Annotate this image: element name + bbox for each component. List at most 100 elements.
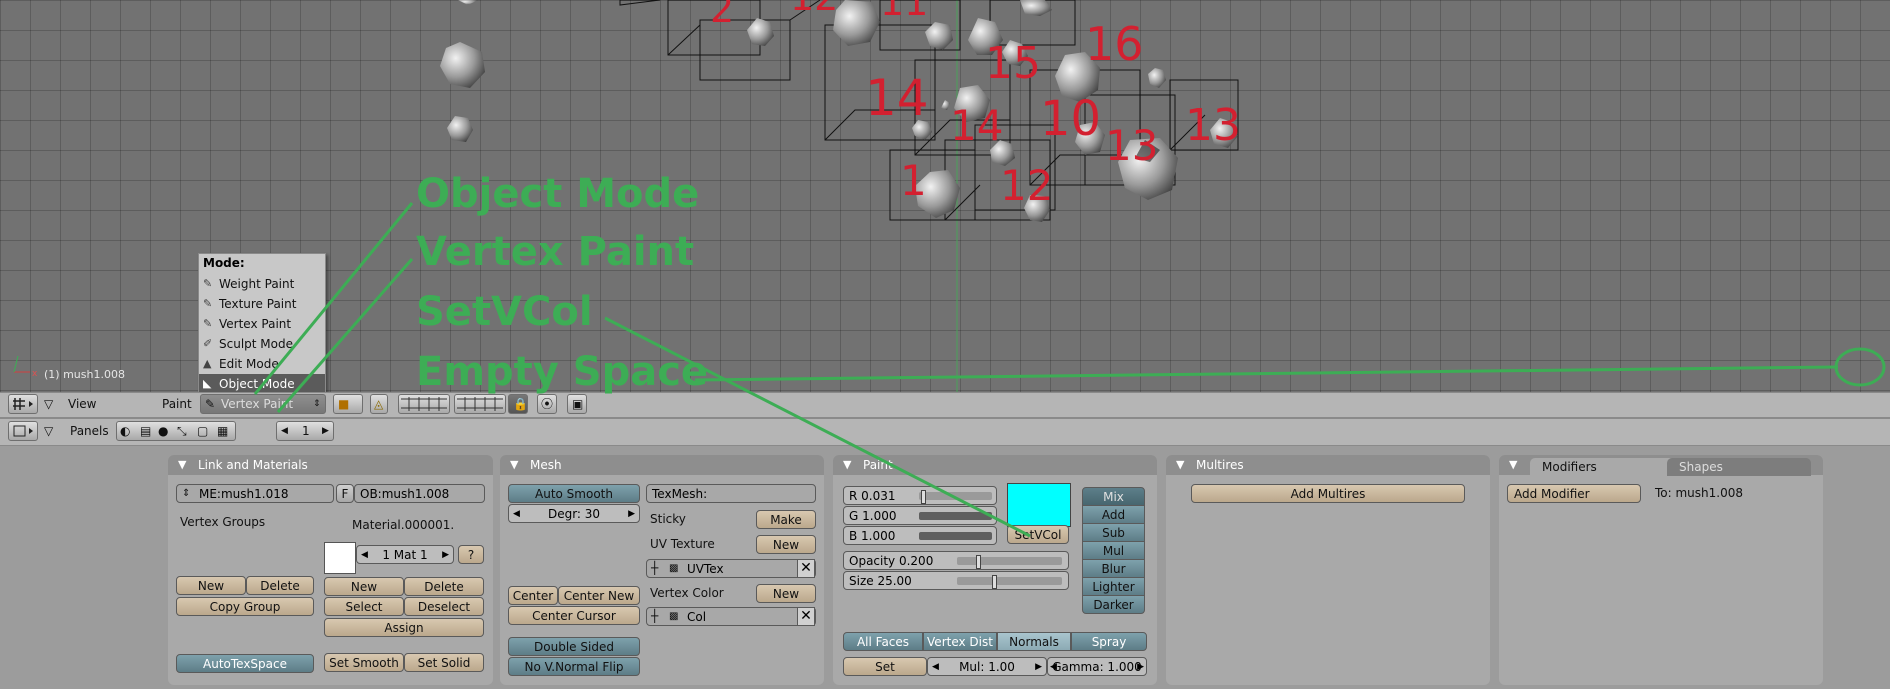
pivot-button[interactable]: ◬ [370, 394, 388, 414]
render-button[interactable]: ▣ [567, 394, 587, 414]
active-render-icon[interactable]: ┼ [651, 607, 658, 626]
uv-texture-new-button[interactable]: New [756, 535, 816, 554]
mode-select-value: Vertex Paint [221, 397, 294, 411]
mode-add-button[interactable]: Add [1082, 505, 1145, 524]
paint-menu[interactable]: Paint [162, 394, 192, 414]
vertex-color-new-button[interactable]: New [756, 584, 816, 603]
add-modifier-button[interactable]: Add Modifier [1507, 484, 1641, 503]
mode-mul-button[interactable]: Mul [1082, 541, 1145, 560]
g-value: G 1.000 [849, 509, 897, 523]
center-cursor-button[interactable]: Center Cursor [508, 606, 640, 625]
mode-select[interactable]: ✎ Vertex Paint ⇕ [200, 394, 326, 414]
vgroup-new-button[interactable]: New [176, 576, 246, 595]
all-faces-toggle[interactable]: All Faces [843, 632, 923, 651]
auto-smooth-toggle[interactable]: Auto Smooth [508, 484, 640, 503]
fake-user-button[interactable]: F [336, 484, 354, 503]
degr-value: Degr: 30 [547, 507, 601, 521]
select-button[interactable]: Select [324, 597, 404, 616]
opacity-slider[interactable]: Opacity 0.200 [843, 551, 1069, 570]
script-icon: ▤ [140, 424, 152, 438]
panel-header[interactable]: ▼ Link and Materials [168, 455, 493, 475]
snap-button[interactable]: ⦿ [537, 394, 557, 414]
set-button[interactable]: Set [843, 657, 927, 676]
menu-item-texture-paint[interactable]: ✎ Texture Paint [199, 294, 325, 314]
edit-mode-icon: ▲ [203, 357, 212, 370]
mode-darker-button[interactable]: Darker [1082, 595, 1145, 614]
autotexspace-toggle[interactable]: AutoTexSpace [176, 654, 314, 673]
material-color-swatch[interactable] [324, 542, 356, 574]
size-value: Size 25.00 [849, 574, 912, 588]
menu-item-weight-paint[interactable]: ✎ Weight Paint [199, 274, 325, 294]
deselect-button[interactable]: Deselect [404, 597, 484, 616]
mode-mix-button[interactable]: Mix [1082, 487, 1145, 506]
set-solid-button[interactable]: Set Solid [404, 653, 484, 672]
mesh-name-field[interactable]: ME:mush1.018 [176, 484, 334, 503]
double-sided-toggle[interactable]: Double Sided [508, 637, 640, 656]
draw-type-select[interactable]: ■ [333, 394, 363, 414]
set-smooth-button[interactable]: Set Smooth [324, 653, 404, 672]
assign-button[interactable]: Assign [324, 618, 484, 637]
lock-layers-button[interactable]: 🔒 [508, 394, 528, 414]
menu-item-sculpt-mode[interactable]: ✐ Sculpt Mode [199, 334, 325, 354]
panels-menu[interactable]: Panels [70, 421, 109, 441]
header-collapse-icon[interactable]: ▽ [44, 421, 53, 441]
layer-grid-a[interactable] [398, 394, 450, 414]
mode-lighter-button[interactable]: Lighter [1082, 577, 1145, 596]
menu-item-vertex-paint[interactable]: ✎ Vertex Paint [199, 314, 325, 334]
normals-toggle[interactable]: Normals [997, 632, 1071, 651]
arrow-left-icon: ◀ [361, 550, 368, 560]
layer-grid-b[interactable] [454, 394, 506, 414]
menu-item-edit-mode[interactable]: ▲ Edit Mode [199, 354, 325, 374]
uvtex-delete-icon[interactable]: ✕ [797, 559, 815, 578]
col-delete-icon[interactable]: ✕ [797, 607, 815, 626]
degr-field[interactable]: ◀ Degr: 30 ▶ [508, 504, 640, 523]
material-delete-button[interactable]: Delete [404, 577, 484, 596]
header-collapse-icon[interactable]: ▽ [44, 394, 53, 414]
mode-sub-button[interactable]: Sub [1082, 523, 1145, 542]
no-vnormal-flip-toggle[interactable]: No V.Normal Flip [508, 657, 640, 676]
vgroup-delete-button[interactable]: Delete [246, 576, 314, 595]
copy-group-button[interactable]: Copy Group [176, 597, 314, 616]
panel-header[interactable]: ▼ Multires [1166, 455, 1490, 475]
opacity-knob[interactable] [976, 555, 981, 569]
setvcol-button[interactable]: SetVCol [1007, 525, 1069, 544]
g-slider[interactable]: G 1.000 [843, 506, 997, 525]
b-slider[interactable]: B 1.000 [843, 526, 997, 545]
material-new-button[interactable]: New [324, 577, 404, 596]
menu-item-object-mode[interactable]: ◣ Object Mode [199, 374, 325, 394]
annotation-empty-space: Empty Space [416, 349, 709, 395]
tab-shapes[interactable]: Shapes [1667, 458, 1811, 476]
context-tabs[interactable]: ◐ ▤ ● ⤡ ▢ ▦ [116, 421, 236, 441]
sculpt-icon: ✐ [203, 337, 213, 350]
object-name-field[interactable]: OB:mush1.008 [354, 484, 485, 503]
paint-color-swatch[interactable] [1007, 483, 1071, 527]
r-slider[interactable]: R 0.031 [843, 486, 997, 505]
add-multires-button[interactable]: Add Multires [1191, 484, 1465, 503]
gamma-field[interactable]: ◀ Gamma: 1.000 ▶ [1047, 657, 1147, 676]
mul-field[interactable]: ◀ Mul: 1.00 ▶ [927, 657, 1047, 676]
col-name: Col [687, 610, 707, 624]
editor-type-button-2[interactable] [8, 421, 38, 441]
editor-type-button[interactable] [8, 394, 38, 414]
size-slider[interactable]: Size 25.00 [843, 571, 1069, 590]
material-help-button[interactable]: ? [458, 545, 484, 564]
texmesh-field[interactable]: TexMesh: [646, 484, 816, 503]
panel-header[interactable]: ▼ Paint [833, 455, 1157, 475]
center-new-button[interactable]: Center New [558, 586, 640, 605]
panel-header[interactable]: ▼ Mesh [500, 455, 824, 475]
sticky-make-button[interactable]: Make [756, 510, 816, 529]
texture-paint-icon: ✎ [203, 297, 213, 310]
vertex-dist-toggle[interactable]: Vertex Dist [923, 632, 997, 651]
arrow-right-icon: ▶ [1137, 662, 1144, 672]
frame-field[interactable]: ◀ 1 ▶ [276, 421, 334, 441]
mode-blur-button[interactable]: Blur [1082, 559, 1145, 578]
active-render-icon[interactable]: ┼ [651, 559, 658, 578]
size-knob[interactable] [992, 575, 997, 589]
spray-toggle[interactable]: Spray [1071, 632, 1147, 651]
r-knob[interactable] [921, 490, 926, 504]
tab-modifiers[interactable]: Modifiers [1530, 458, 1676, 476]
center-button[interactable]: Center [508, 586, 558, 605]
material-index-field[interactable]: ◀ 1 Mat 1 ▶ [356, 545, 454, 564]
frame-value: 1 [302, 424, 310, 438]
view-menu[interactable]: View [68, 394, 96, 414]
